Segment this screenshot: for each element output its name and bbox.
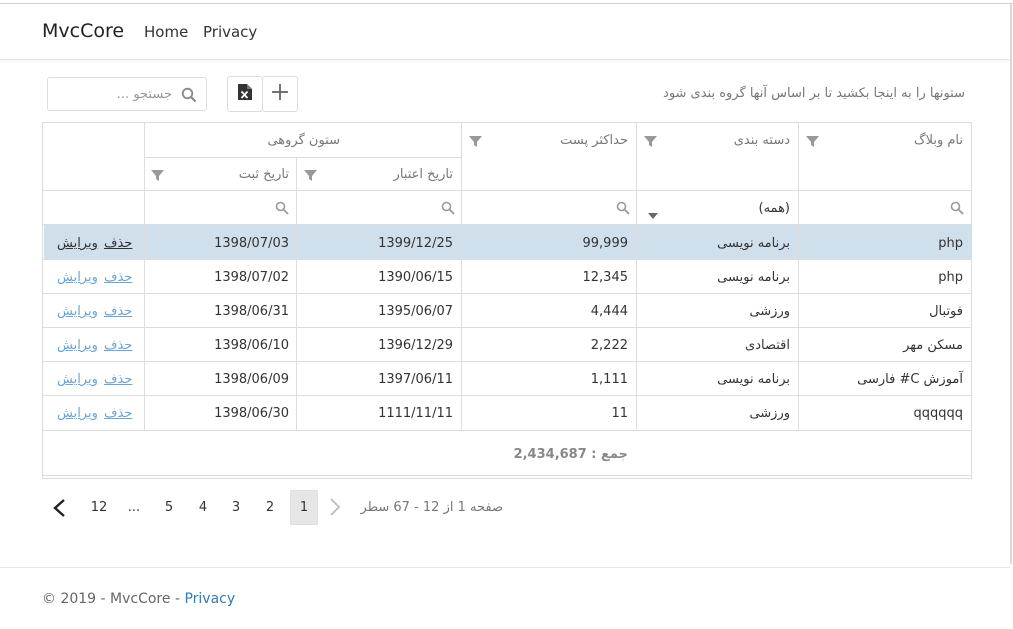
cell-max-posts: 12,345 xyxy=(582,270,629,285)
page-button-2[interactable]: 2 xyxy=(258,490,282,525)
cell-blog-name: qqqqqq xyxy=(913,406,963,421)
cell-expiry-date: 1390/06/15 xyxy=(378,270,453,285)
total-summary: جمع : 2,434,687 xyxy=(513,447,628,462)
delete-link[interactable]: حذف xyxy=(104,338,132,353)
cell-blog-name: مسکن مهر xyxy=(903,338,963,353)
footer-privacy-link[interactable]: Privacy xyxy=(184,591,235,607)
filter-icon[interactable] xyxy=(151,167,164,186)
group-panel[interactable]: ستونها را به اینجا بکشید تا بر اساس آنها… xyxy=(663,86,965,101)
cell-expiry-date: 1399/12/25 xyxy=(378,236,453,251)
cell-register-date: 1398/06/30 xyxy=(214,406,289,421)
cell-max-posts: 2,222 xyxy=(590,338,628,353)
cell-max-posts: 11 xyxy=(611,406,628,421)
chevron-down-icon[interactable] xyxy=(648,204,658,223)
cell-register-date: 1398/07/03 xyxy=(214,236,289,251)
search-input[interactable]: جستجو ... xyxy=(47,77,207,111)
cell-blog-name: php xyxy=(938,236,963,251)
cell-blog-name: php xyxy=(938,270,963,285)
selected-row-highlight xyxy=(44,225,972,259)
cell-max-posts: 99,999 xyxy=(582,236,629,251)
edit-link[interactable]: ویرایش xyxy=(57,270,98,285)
header-max-posts[interactable]: حداکثر پست xyxy=(560,133,628,148)
excel-export-icon xyxy=(237,83,253,105)
cell-expiry-date: 1396/12/29 xyxy=(378,338,453,353)
cell-register-date: 1398/06/09 xyxy=(214,372,289,387)
filter-icon[interactable] xyxy=(644,133,657,152)
cell-category: ورزشی xyxy=(749,304,790,319)
search-icon[interactable] xyxy=(441,200,455,219)
header-register-date[interactable]: تاریخ ثبت xyxy=(239,167,289,182)
cell-register-date: 1398/06/10 xyxy=(214,338,289,353)
delete-link[interactable]: حذف xyxy=(104,304,132,319)
delete-link[interactable]: حذف xyxy=(104,270,132,285)
cell-category: اقتصادی xyxy=(745,338,790,353)
footer: © 2019 - MvcCore - Privacy xyxy=(42,591,235,607)
cell-expiry-date: 1397/06/11 xyxy=(378,372,453,387)
edit-link[interactable]: ویرایش xyxy=(57,372,98,387)
header-group[interactable]: ستون گروهی xyxy=(267,133,340,148)
cell-blog-name: آموزش C# فارسی xyxy=(857,372,963,387)
page-button-5[interactable]: 5 xyxy=(157,490,181,525)
filter-icon[interactable] xyxy=(806,133,819,152)
page-button-12[interactable]: 12 xyxy=(84,490,114,525)
pager-info: صفحه 1 از 12 - 67 سطر xyxy=(360,500,503,515)
cell-max-posts: 1,111 xyxy=(590,372,628,387)
edit-link[interactable]: ویرایش xyxy=(57,304,98,319)
category-filter-select[interactable]: (همه) xyxy=(759,201,790,216)
search-icon[interactable] xyxy=(275,200,289,219)
search-placeholder: جستجو ... xyxy=(116,87,172,102)
page-ellipsis[interactable]: ... xyxy=(118,490,150,525)
cell-blog-name: فوتبال xyxy=(929,304,963,319)
footer-copyright: © 2019 - MvcCore - xyxy=(42,591,185,607)
delete-link[interactable]: حذف xyxy=(104,236,132,251)
window-right-border xyxy=(1010,4,1012,564)
filter-icon[interactable] xyxy=(469,133,482,152)
cell-category: برنامه نویسی xyxy=(717,372,790,387)
header-category[interactable]: دسته بندی xyxy=(734,133,790,148)
cell-category: برنامه نویسی xyxy=(717,270,790,285)
delete-link[interactable]: حذف xyxy=(104,406,132,421)
edit-link[interactable]: ویرایش xyxy=(57,406,98,421)
cell-max-posts: 4,444 xyxy=(590,304,628,319)
cell-register-date: 1398/07/02 xyxy=(214,270,289,285)
cell-expiry-date: 1395/06/07 xyxy=(378,304,453,319)
search-icon[interactable] xyxy=(950,200,964,219)
page-button-1[interactable]: 1 xyxy=(290,490,318,525)
page-button-4[interactable]: 4 xyxy=(191,490,215,525)
footer-divider xyxy=(0,567,1010,568)
delete-link[interactable]: حذف xyxy=(104,372,132,387)
header-expiry-date[interactable]: تاریخ اعتبار xyxy=(394,167,453,182)
cell-category: برنامه نویسی xyxy=(717,236,790,251)
nav-link-home[interactable]: Home xyxy=(144,23,188,41)
export-excel-button[interactable] xyxy=(227,76,263,112)
cell-expiry-date: 1111/11/11 xyxy=(378,406,453,421)
add-row-button[interactable] xyxy=(262,76,298,112)
chevron-right-icon[interactable] xyxy=(329,498,341,520)
search-icon xyxy=(181,87,197,107)
header-blog-name[interactable]: نام وبلاگ xyxy=(914,133,963,148)
edit-link[interactable]: ویرایش xyxy=(57,236,98,251)
filter-icon[interactable] xyxy=(304,167,317,186)
cell-category: ورزشی xyxy=(749,406,790,421)
cell-register-date: 1398/06/31 xyxy=(214,304,289,319)
nav-link-privacy[interactable]: Privacy xyxy=(203,23,257,41)
brand-logo[interactable]: MvcCore xyxy=(42,20,124,42)
edit-link[interactable]: ویرایش xyxy=(57,338,98,353)
plus-icon xyxy=(271,83,289,105)
chevron-left-icon[interactable] xyxy=(52,498,66,522)
navbar: MvcCore Home Privacy xyxy=(0,4,1010,60)
search-icon[interactable] xyxy=(616,200,630,219)
data-grid: نام وبلاگ دسته بندی حداکثر پست ستون گروه… xyxy=(42,122,972,479)
page-button-3[interactable]: 3 xyxy=(224,490,248,525)
